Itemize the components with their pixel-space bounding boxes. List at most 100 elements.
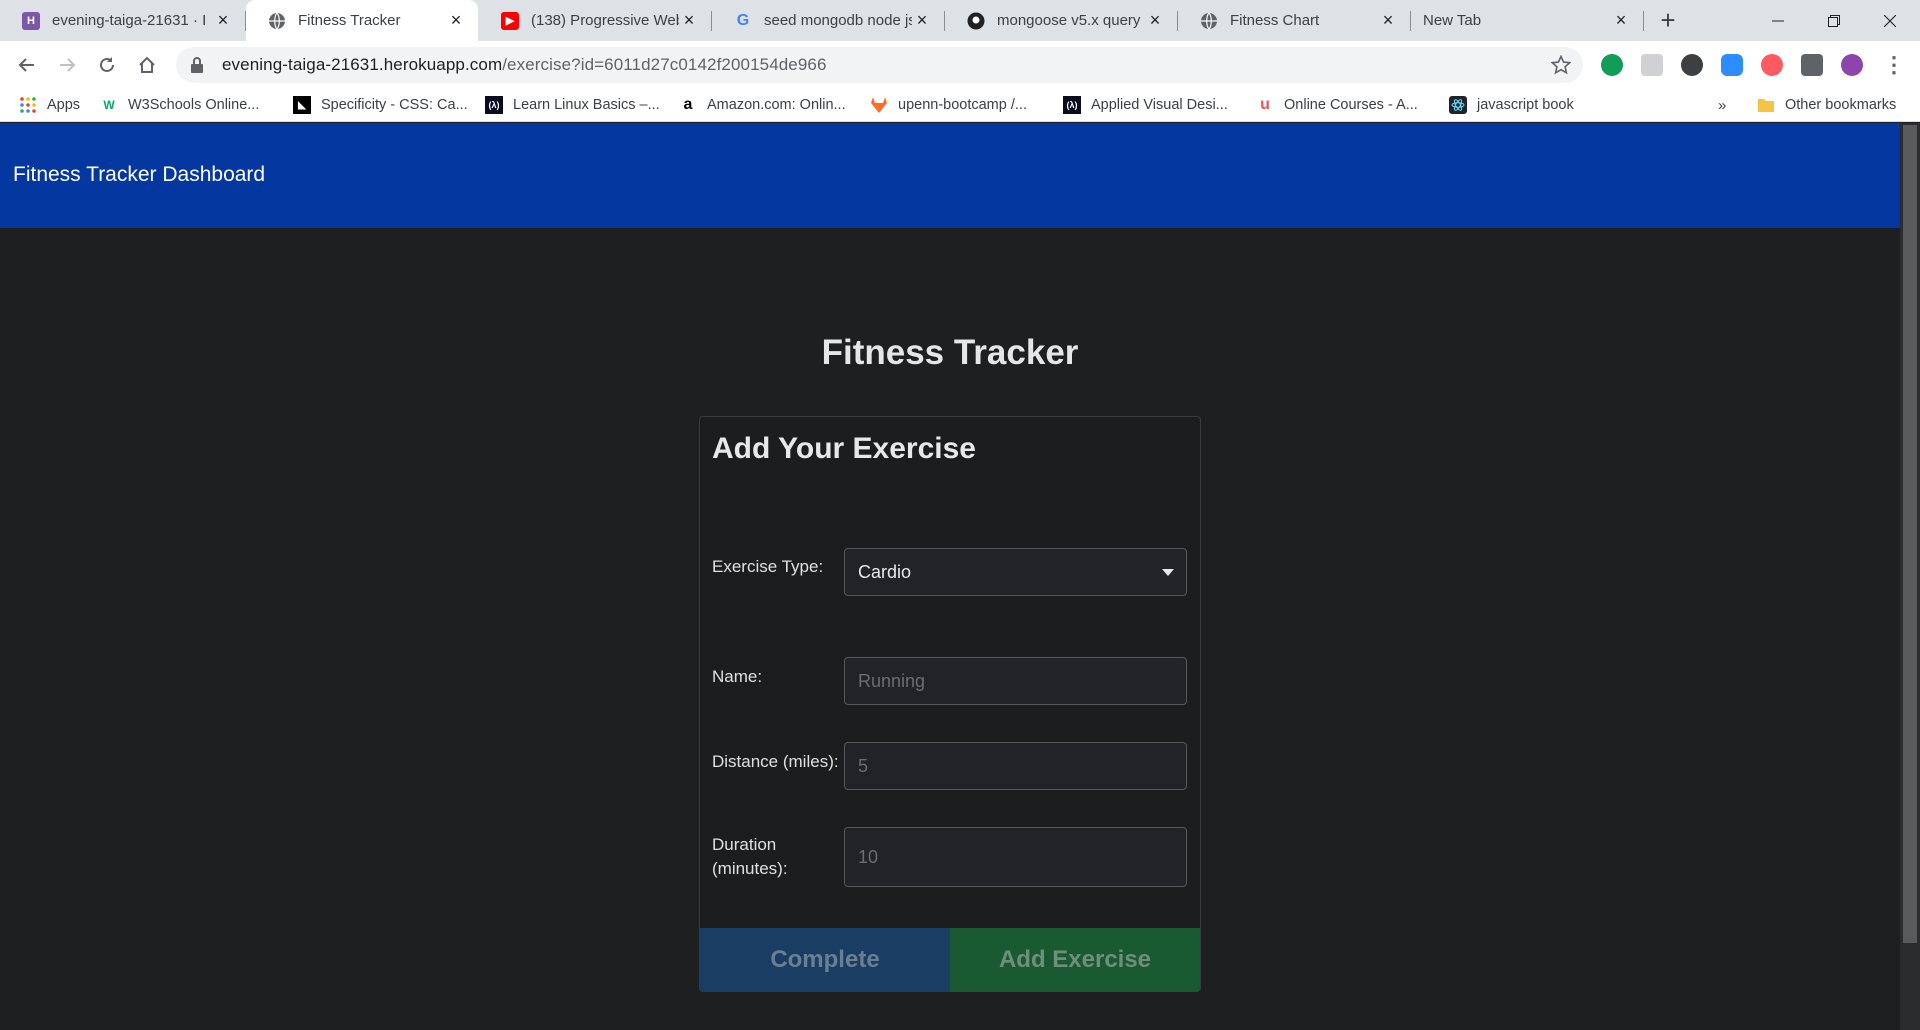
tab-google[interactable]: G seed mongodb node js ×	[712, 0, 945, 41]
reload-icon[interactable]	[93, 51, 121, 79]
distance-field[interactable]	[844, 742, 1187, 790]
bookmark-applied-visual[interactable]: (λ) Applied Visual Desi...	[1063, 88, 1228, 122]
bookmark-label: Learn Linux Basics –...	[513, 97, 660, 113]
close-icon[interactable]: ×	[446, 10, 466, 31]
chevron-down-icon	[1162, 569, 1174, 576]
extension-ninja-icon[interactable]	[1681, 54, 1703, 76]
tab-title: Fitness Tracker	[298, 12, 401, 29]
tab-title: mongoose v5.x query c	[997, 12, 1145, 29]
apps-grid-icon	[19, 96, 37, 114]
bookmarks-bar: Apps W W3Schools Online... ◣ Specificity…	[0, 88, 1920, 122]
bookmark-label: Specificity - CSS: Ca...	[321, 97, 468, 113]
tab-new-tab[interactable]: New Tab ×	[1411, 0, 1644, 41]
google-icon: G	[736, 11, 750, 29]
close-icon[interactable]: ×	[1145, 10, 1165, 31]
tab-fitness-tracker[interactable]: Fitness Tracker ×	[246, 0, 478, 41]
bookmark-udemy[interactable]: u Online Courses - A...	[1256, 88, 1418, 122]
bookmark-javascript-book[interactable]: javascript book	[1449, 88, 1574, 122]
restore-icon[interactable]	[1806, 0, 1862, 41]
url-path: /exercise?id=6011d27c0142f200154de966	[502, 55, 827, 74]
card-title: Add Your Exercise	[712, 432, 976, 465]
duration-field[interactable]	[844, 827, 1187, 887]
udemy-icon: u	[1260, 96, 1270, 113]
name-input[interactable]	[858, 670, 1173, 692]
tab-fitness-chart[interactable]: Fitness Chart ×	[1178, 0, 1411, 41]
close-icon[interactable]: ×	[1378, 10, 1398, 31]
minimize-icon[interactable]	[1750, 0, 1806, 41]
close-window-icon[interactable]	[1862, 0, 1918, 41]
navbar-brand[interactable]: Fitness Tracker Dashboard	[13, 163, 265, 187]
bookmark-label: javascript book	[1477, 97, 1574, 113]
extensions-puzzle-icon[interactable]	[1801, 54, 1823, 76]
tab-youtube[interactable]: ▶ (138) Progressive Web ×	[479, 0, 712, 41]
page-viewport: Fitness Tracker Dashboard Fitness Tracke…	[0, 123, 1920, 1030]
bookmark-label: W3Schools Online...	[128, 97, 260, 113]
kebab-menu-icon[interactable]: ⋮	[1880, 51, 1908, 79]
bookmark-w3schools[interactable]: W W3Schools Online...	[100, 88, 259, 122]
profile-avatar[interactable]	[1841, 54, 1863, 76]
navbar: Fitness Tracker Dashboard	[0, 123, 1900, 228]
scrollbar-thumb[interactable]	[1903, 125, 1917, 943]
add-exercise-card: Add Your Exercise Exercise Type: Cardio …	[699, 416, 1201, 992]
close-icon[interactable]: ×	[912, 10, 932, 31]
tab-title: Fitness Chart	[1230, 12, 1320, 29]
browser-tab-strip: H evening-taiga-21631 · I × Fitness Trac…	[0, 0, 1920, 41]
url-text: evening-taiga-21631.herokuapp.com/exerci…	[222, 55, 827, 75]
distance-input[interactable]	[858, 755, 1173, 777]
bookmark-linux[interactable]: (λ) Learn Linux Basics –...	[485, 88, 660, 122]
distance-label: Distance (miles):	[712, 752, 839, 771]
exercise-type-label: Exercise Type:	[712, 557, 824, 576]
add-exercise-button[interactable]: Add Exercise	[950, 928, 1200, 992]
address-bar[interactable]: evening-taiga-21631.herokuapp.com/exerci…	[176, 47, 1583, 83]
bookmark-label: Amazon.com: Onlin...	[707, 97, 846, 113]
folder-icon	[1757, 96, 1775, 114]
lock-icon[interactable]	[190, 56, 208, 74]
bookmark-amazon[interactable]: a Amazon.com: Onlin...	[679, 88, 846, 122]
tab-title: evening-taiga-21631 · I	[52, 12, 207, 29]
bookmark-mdn[interactable]: ◣ Specificity - CSS: Ca...	[293, 88, 468, 122]
back-icon[interactable]	[13, 51, 41, 79]
close-icon[interactable]: ×	[1611, 10, 1631, 31]
new-tab-button[interactable]: +	[1655, 7, 1681, 34]
extension-record-icon[interactable]	[1761, 54, 1783, 76]
bookmark-label: upenn-bootcamp /...	[898, 97, 1027, 113]
code-icon: (λ)	[485, 96, 503, 114]
globe-icon	[268, 12, 286, 30]
complete-button[interactable]: Complete	[700, 928, 950, 992]
bookmark-apps[interactable]: Apps	[19, 88, 80, 122]
url-host: evening-taiga-21631.herokuapp.com	[222, 55, 503, 74]
tab-separator	[1643, 11, 1644, 31]
exercise-type-select[interactable]: Cardio	[844, 548, 1187, 596]
extension-grammarly-icon[interactable]	[1641, 54, 1663, 76]
bookmark-label: Applied Visual Desi...	[1091, 97, 1228, 113]
tab-title: New Tab	[1423, 12, 1482, 29]
other-bookmarks[interactable]: Other bookmarks	[1757, 88, 1896, 122]
close-icon[interactable]: ×	[679, 10, 699, 31]
extension-green-icon[interactable]	[1601, 54, 1623, 76]
gitlab-icon	[870, 96, 888, 114]
duration-input[interactable]	[858, 846, 1173, 868]
mdn-icon: ◣	[293, 96, 311, 114]
react-icon	[1449, 96, 1467, 114]
bookmark-label: Apps	[47, 97, 81, 113]
bookmarks-overflow-button[interactable]: »	[1718, 88, 1726, 122]
tab-heroku[interactable]: H evening-taiga-21631 · I ×	[0, 0, 246, 41]
name-label: Name:	[712, 667, 763, 686]
bookmark-label: Other bookmarks	[1785, 97, 1897, 113]
page-title: Fitness Tracker	[821, 333, 1079, 372]
tab-title: (138) Progressive Web	[531, 12, 679, 29]
browser-toolbar: evening-taiga-21631.herokuapp.com/exerci…	[0, 41, 1920, 88]
page-scrollbar[interactable]	[1900, 123, 1920, 1030]
bookmark-gitlab[interactable]: upenn-bootcamp /...	[870, 88, 1027, 122]
bookmark-star-icon[interactable]	[1550, 54, 1572, 75]
name-field[interactable]	[844, 657, 1187, 705]
tab-github[interactable]: mongoose v5.x query c ×	[945, 0, 1178, 41]
globe-icon	[1200, 12, 1218, 30]
home-icon[interactable]	[133, 51, 161, 79]
bookmark-label: Online Courses - A...	[1284, 97, 1418, 113]
tab-title: seed mongodb node js	[764, 12, 912, 29]
amazon-icon: a	[683, 96, 693, 113]
forward-icon[interactable]	[53, 51, 81, 79]
extension-zoom-icon[interactable]	[1721, 54, 1743, 76]
close-icon[interactable]: ×	[213, 10, 233, 31]
